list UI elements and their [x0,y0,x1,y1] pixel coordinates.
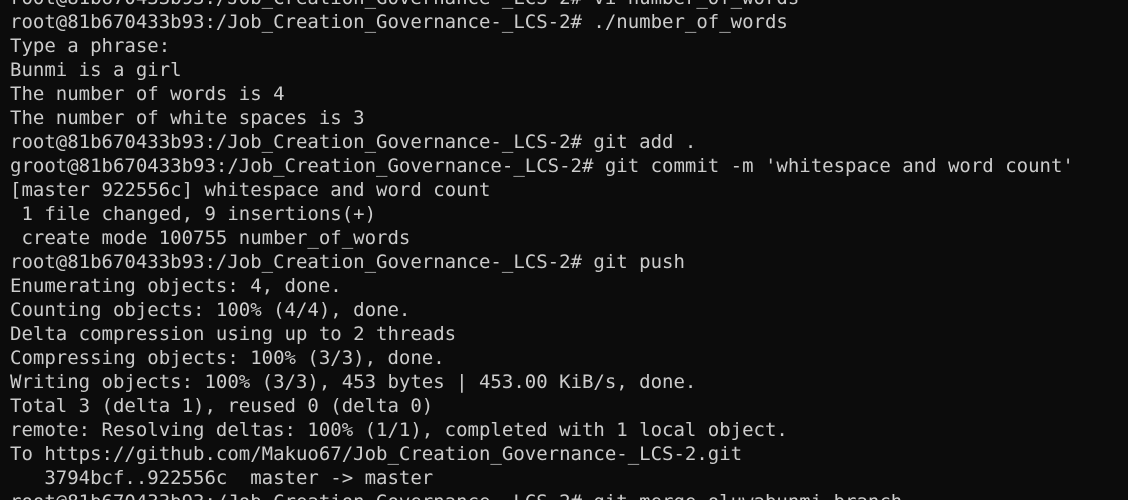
terminal-line: Bunmi is a girl [10,59,182,81]
terminal-line: root@81b670433b93:/Job_Creation_Governan… [10,11,788,33]
terminal-line: Counting objects: 100% (4/4), done. [10,299,411,321]
terminal-line: The number of words is 4 [10,83,285,105]
terminal-line: Type a phrase: [10,35,171,57]
terminal-line: Total 3 (delta 1), reused 0 (delta 0) [10,395,434,417]
terminal-line: create mode 100755 number_of_words [10,227,411,249]
terminal-line: Delta compression using up to 2 threads [10,323,457,345]
terminal-line: Writing objects: 100% (3/3), 453 bytes |… [10,371,697,393]
terminal-line: 3794bcf..922556c master -> master [10,467,434,489]
terminal-line: [master 922556c] whitespace and word cou… [10,179,491,201]
terminal-line: root@81b670433b93:/Job_Creation_Governan… [10,0,1074,10]
terminal-output: root@81b670433b93:/Job_Creation_Governan… [10,0,1074,500]
terminal-line: root@81b670433b93:/Job_Creation_Governan… [10,131,697,153]
terminal-line: root@81b670433b93:/Job_Creation_Governan… [10,251,685,273]
terminal-line: Enumerating objects: 4, done. [10,275,342,297]
terminal-line: To https://github.com/Makuo67/Job_Creati… [10,443,743,465]
terminal-line: root@81b670433b93:/Job_Creation_Governan… [10,490,1074,500]
terminal-window[interactable]: root@81b670433b93:/Job_Creation_Governan… [0,0,1128,500]
terminal-line: 1 file changed, 9 insertions(+) [10,203,377,225]
terminal-line: remote: Resolving deltas: 100% (1/1), co… [10,419,788,441]
terminal-line: Compressing objects: 100% (3/3), done. [10,347,445,369]
terminal-line: The number of white spaces is 3 [10,107,365,129]
terminal-line: groot@81b670433b93:/Job_Creation_Governa… [10,155,1074,177]
